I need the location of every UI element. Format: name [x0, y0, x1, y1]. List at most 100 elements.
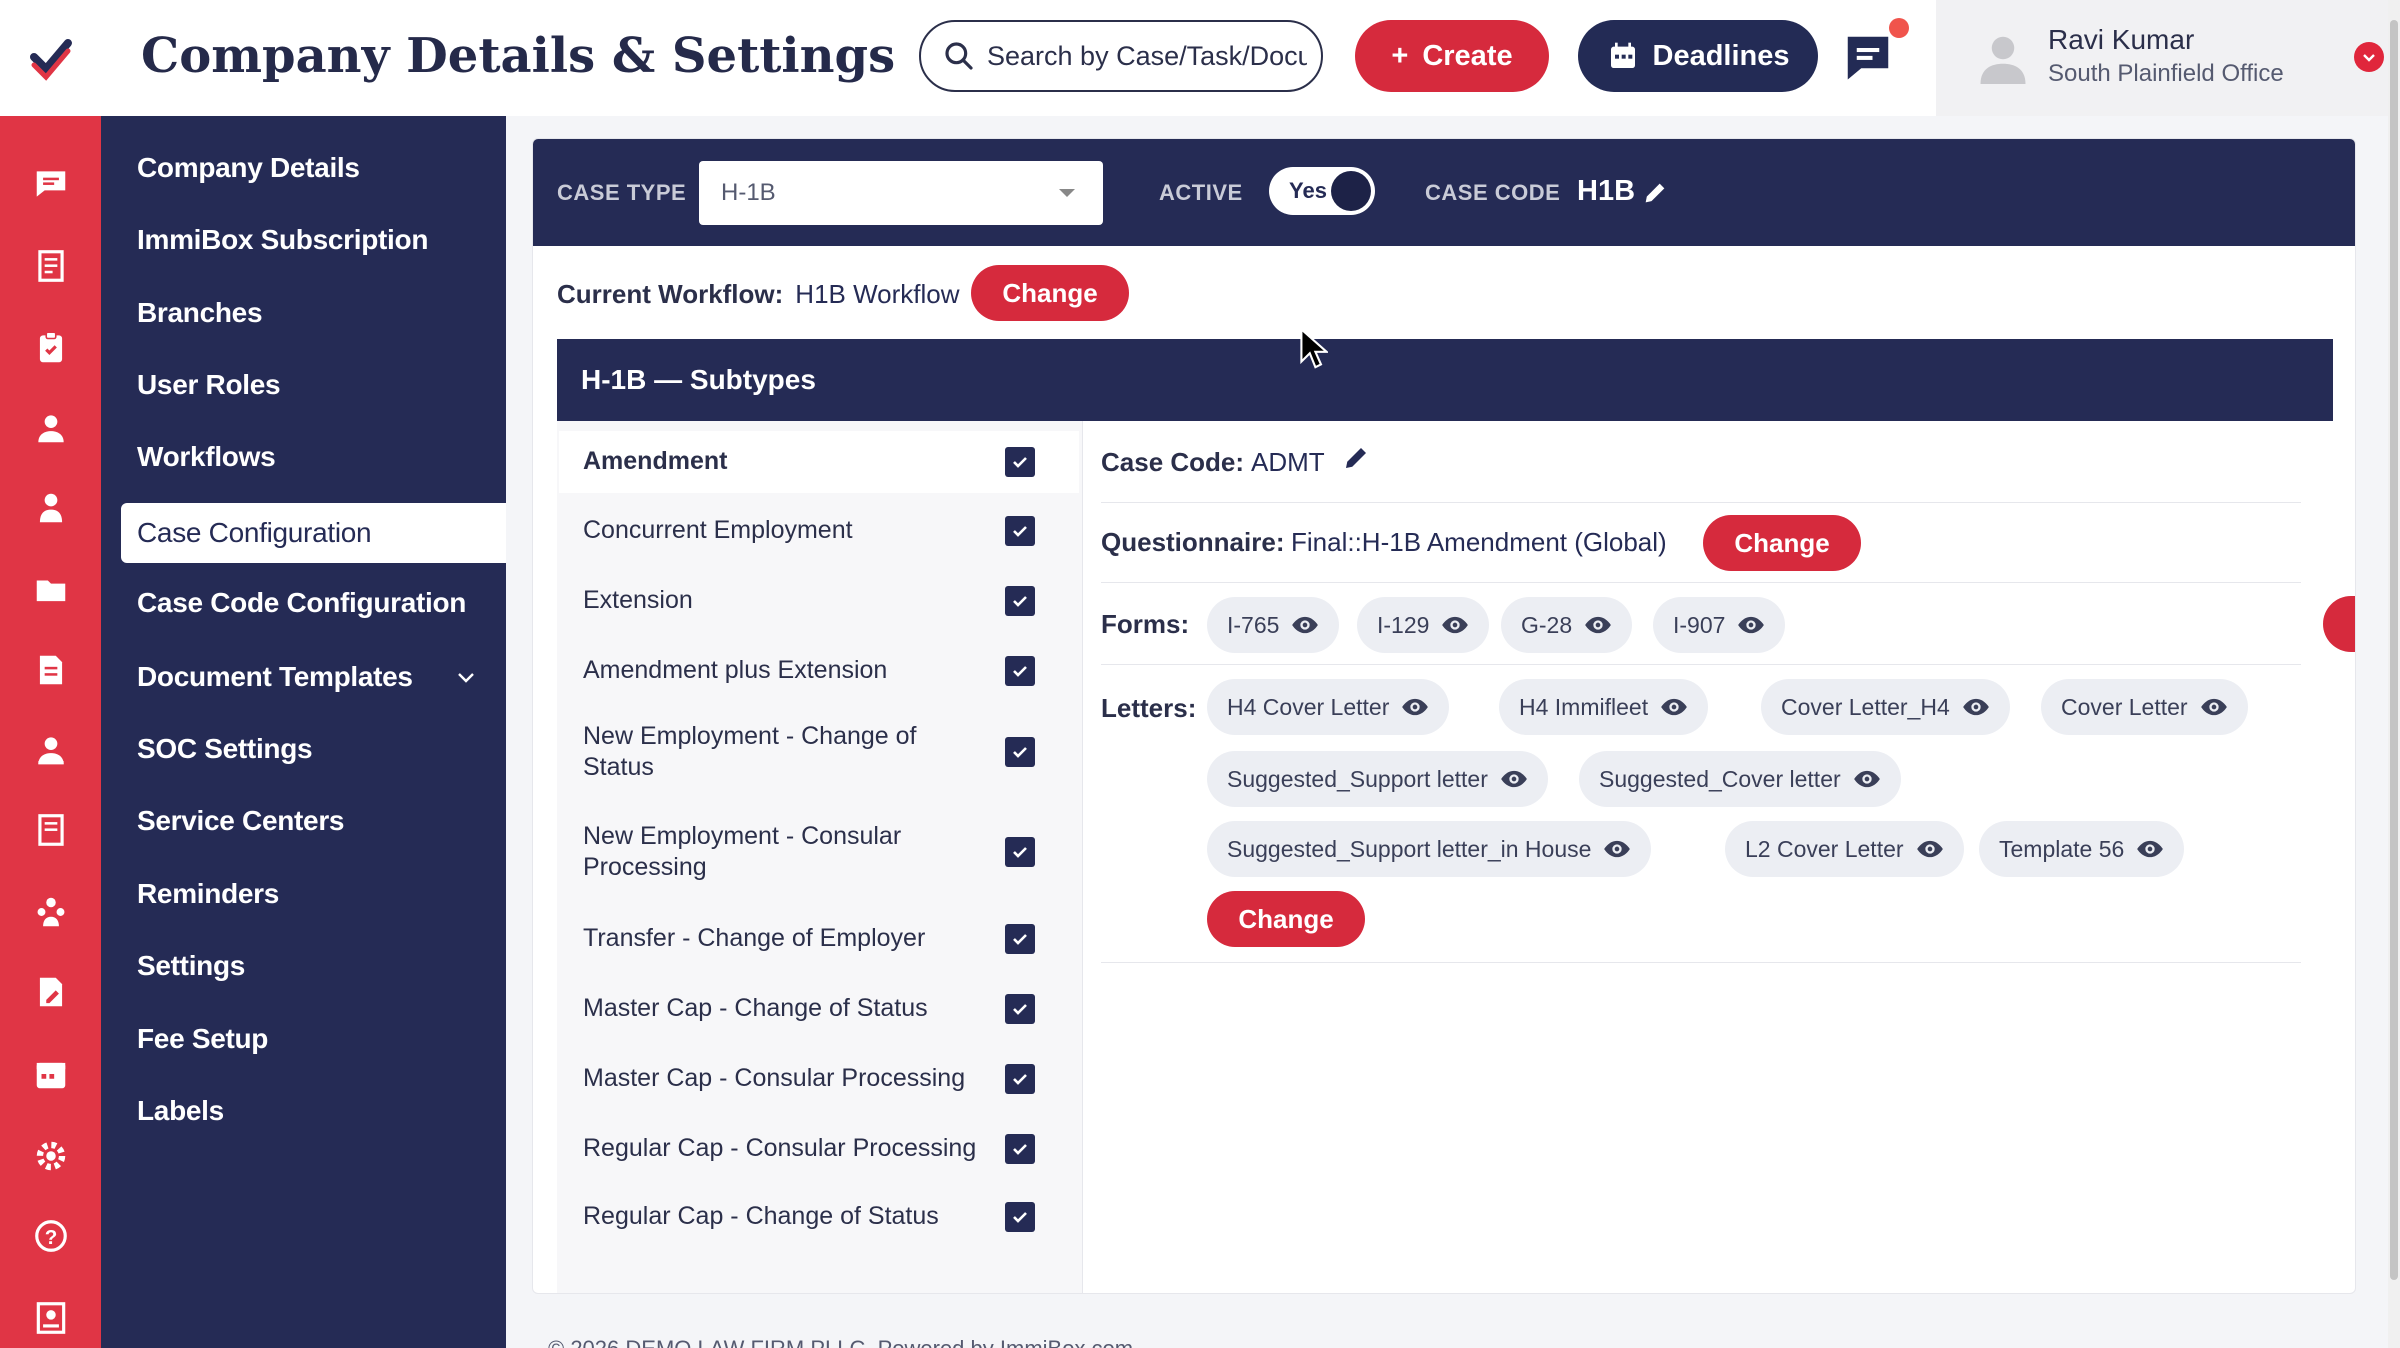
sidebar-item-branches[interactable]: Branches — [121, 283, 506, 343]
active-toggle-value: Yes — [1289, 178, 1327, 203]
checkbox-checked-icon[interactable] — [1005, 516, 1035, 546]
form-chip[interactable]: G-28 — [1501, 597, 1633, 653]
checkbox-checked-icon[interactable] — [1005, 1064, 1035, 1094]
eye-icon[interactable] — [1916, 835, 1944, 863]
letter-chip[interactable]: Template 56 — [1979, 821, 2185, 877]
eye-icon[interactable] — [1737, 611, 1765, 639]
change-letters-button[interactable]: Change — [1207, 891, 1365, 947]
edit-document-icon[interactable] — [0, 964, 101, 1020]
eye-icon[interactable] — [2136, 835, 2164, 863]
subtype-item-extension[interactable]: Extension — [559, 571, 1079, 631]
active-toggle[interactable]: Yes — [1269, 167, 1375, 215]
message-icon[interactable] — [0, 156, 101, 212]
eye-icon[interactable] — [1500, 765, 1528, 793]
sidebar-item-company-details[interactable]: Company Details — [121, 138, 506, 198]
letter-chip[interactable]: Cover Letter — [2041, 679, 2248, 735]
checkbox-checked-icon[interactable] — [1005, 837, 1035, 867]
form-chip[interactable]: I-907 — [1653, 597, 1786, 653]
subtype-label: Transfer - Change of Employer — [583, 924, 926, 953]
checkbox-checked-icon[interactable] — [1005, 1202, 1035, 1232]
document-icon[interactable] — [0, 642, 101, 698]
sidebar-item-soc-settings[interactable]: SOC Settings — [121, 719, 506, 779]
help-icon[interactable]: ? — [0, 1208, 101, 1264]
checkbox-checked-icon[interactable] — [1005, 1134, 1035, 1164]
checkbox-checked-icon[interactable] — [1005, 447, 1035, 477]
gear-icon[interactable] — [0, 1128, 101, 1184]
form-chip[interactable]: I-129 — [1357, 597, 1490, 653]
sidebar-item-fee-setup[interactable]: Fee Setup — [121, 1009, 506, 1069]
sidebar-item-settings[interactable]: Settings — [121, 936, 506, 996]
subtype-item-new-employment-consular-processing[interactable]: New Employment - Consular Processing — [559, 809, 1079, 895]
eye-icon[interactable] — [1660, 693, 1688, 721]
change-forms-button[interactable]: Change — [2323, 596, 2355, 652]
sidebar-item-document-templates[interactable]: Document Templates — [121, 647, 506, 707]
checkbox-checked-icon[interactable] — [1005, 737, 1035, 767]
sidebar-item-reminders[interactable]: Reminders — [121, 864, 506, 924]
subtype-item-amendment[interactable]: Amendment — [559, 431, 1079, 493]
book-icon[interactable] — [0, 1290, 101, 1346]
sidebar-item-labels[interactable]: Labels — [121, 1081, 506, 1141]
top-header: Company Details & Settings + Create Dead… — [101, 0, 2400, 116]
footer-copyright: © 2026 DEMO LAW FIRM PLLC. Powered by Im… — [548, 1336, 1133, 1348]
notepad-icon[interactable] — [0, 238, 101, 294]
contacts-icon[interactable] — [0, 480, 101, 536]
calendar-icon[interactable] — [0, 1046, 101, 1102]
subtype-item-master-cap-consular-processing[interactable]: Master Cap - Consular Processing — [559, 1049, 1079, 1109]
pencil-icon[interactable] — [1341, 443, 1371, 473]
pencil-icon[interactable] — [1641, 179, 1669, 207]
subtype-item-transfer-change-of-employer[interactable]: Transfer - Change of Employer — [559, 909, 1079, 969]
eye-icon[interactable] — [1853, 765, 1881, 793]
sidebar-item-immibox-subscription[interactable]: ImmiBox Subscription — [121, 210, 506, 270]
chevron-down-icon[interactable] — [2354, 42, 2384, 72]
eye-icon[interactable] — [1603, 835, 1631, 863]
sidebar-item-case-code-configuration[interactable]: Case Code Configuration — [121, 573, 506, 633]
active-label: ACTIVE — [1159, 180, 1243, 205]
subtype-item-amendment-plus-extension[interactable]: Amendment plus Extension — [559, 641, 1079, 701]
letter-chip[interactable]: Suggested_Cover letter — [1579, 751, 1901, 807]
deadlines-button[interactable]: Deadlines — [1578, 20, 1818, 92]
subtype-item-new-employment-change-of-status[interactable]: New Employment - Change of Status — [559, 709, 1079, 795]
letter-chip[interactable]: H4 Immifleet — [1499, 679, 1709, 735]
letter-chip[interactable]: H4 Cover Letter — [1207, 679, 1450, 735]
change-questionnaire-button[interactable]: Change — [1703, 515, 1861, 571]
forms-row: Forms: I-765 I-129 G-28 I-907 Change — [1101, 583, 2355, 665]
sidebar-item-service-centers[interactable]: Service Centers — [121, 791, 506, 851]
clipboard-icon[interactable] — [0, 320, 101, 376]
folder-icon[interactable] — [0, 562, 101, 618]
eye-icon[interactable] — [1584, 611, 1612, 639]
person-badge-icon[interactable] — [0, 722, 101, 778]
create-button[interactable]: + Create — [1355, 20, 1549, 92]
letter-chip[interactable]: Suggested_Support letter — [1207, 751, 1548, 807]
chat-icon[interactable] — [1841, 30, 1895, 84]
change-workflow-button[interactable]: Change — [971, 265, 1129, 321]
letter-chip[interactable]: L2 Cover Letter — [1725, 821, 1964, 877]
user-menu[interactable]: Ravi Kumar South Plainfield Office — [1936, 0, 2400, 116]
team-icon[interactable] — [0, 884, 101, 940]
search-box[interactable] — [919, 20, 1323, 92]
checkbox-checked-icon[interactable] — [1005, 656, 1035, 686]
checkbox-checked-icon[interactable] — [1005, 994, 1035, 1024]
eye-icon[interactable] — [1962, 693, 1990, 721]
eye-icon[interactable] — [1291, 611, 1319, 639]
subtype-item-concurrent-employment[interactable]: Concurrent Employment — [559, 501, 1079, 561]
checkbox-checked-icon[interactable] — [1005, 924, 1035, 954]
eye-icon[interactable] — [1401, 693, 1429, 721]
letter-chip[interactable]: Cover Letter_H4 — [1761, 679, 2010, 735]
sidebar-item-user-roles[interactable]: User Roles — [121, 355, 506, 415]
subtype-item-regular-cap-consular-processing[interactable]: Regular Cap - Consular Processing — [559, 1119, 1079, 1179]
sidebar-item-workflows[interactable]: Workflows — [121, 427, 506, 487]
subtype-item-master-cap-change-of-status[interactable]: Master Cap - Change of Status — [559, 979, 1079, 1039]
scrollbar-thumb[interactable] — [2390, 20, 2398, 1280]
search-input[interactable] — [987, 40, 1307, 72]
user-icon[interactable] — [0, 400, 101, 456]
form-chip[interactable]: I-765 — [1207, 597, 1340, 653]
eye-icon[interactable] — [1441, 611, 1469, 639]
sidebar-item-case-configuration[interactable]: Case Configuration — [121, 503, 506, 563]
checkbox-checked-icon[interactable] — [1005, 586, 1035, 616]
case-type-select[interactable]: H-1B — [699, 161, 1103, 225]
letter-chip[interactable]: Suggested_Support letter_in House — [1207, 821, 1652, 877]
report-icon[interactable] — [0, 802, 101, 858]
eye-icon[interactable] — [2200, 693, 2228, 721]
subtype-item-regular-cap-change-of-status[interactable]: Regular Cap - Change of Status — [559, 1187, 1079, 1247]
logo-icon[interactable] — [0, 0, 101, 116]
